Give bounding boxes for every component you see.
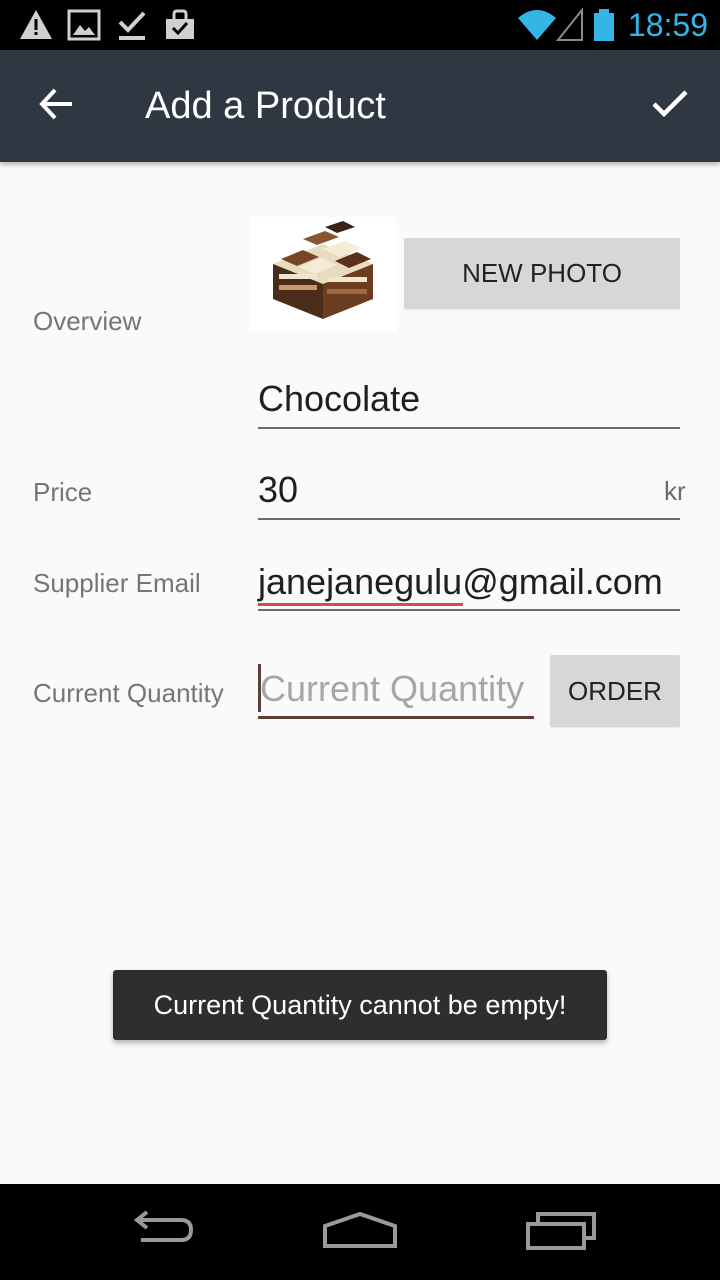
navigation-bar [0,1184,720,1280]
product-name-value: Chocolate [258,378,421,419]
app-bar: Add a Product [0,50,720,162]
battery-icon [592,8,616,47]
back-nav-button[interactable] [115,1204,205,1260]
price-unit: kr [664,476,686,506]
overview-label: Overview [33,306,142,336]
chocolate-photo [273,221,373,319]
signal-icon [555,7,584,47]
price-label: Price [33,477,93,507]
home-nav-icon [322,1210,398,1255]
toast-message: Current Quantity cannot be empty! [113,970,607,1040]
recents-nav-icon [526,1210,598,1255]
arrow-back-icon [38,86,74,127]
warning-icon [18,8,54,47]
order-button[interactable]: ORDER [550,655,680,727]
product-name-input[interactable]: Chocolate [258,376,680,429]
status-time: 18:59 [627,7,708,43]
back-nav-icon [125,1209,195,1255]
supplier-email-value: janejanegulu@gmail.com [258,561,663,602]
current-quantity-label: Current Quantity [33,678,224,708]
price-value: 30 [258,469,299,510]
home-nav-button[interactable] [315,1204,405,1260]
download-done-icon [116,8,148,47]
product-photo[interactable] [250,217,396,331]
wifi-icon [516,8,558,47]
check-icon [651,89,689,124]
back-button[interactable] [22,72,90,140]
spellcheck-underline [258,603,463,606]
supplier-email-input[interactable]: janejanegulu@gmail.com [258,559,680,611]
image-icon [67,8,101,47]
new-photo-button[interactable]: NEW PHOTO [404,238,680,309]
supplier-email-label: Supplier Email [33,568,201,598]
recents-nav-button[interactable] [517,1204,607,1260]
page-title: Add a Product [145,85,386,127]
price-input[interactable]: 30 [258,467,680,520]
status-bar: 18:59 [0,0,720,50]
shopping-bag-icon [163,8,197,47]
current-quantity-placeholder: Current Quantity [260,668,525,709]
save-button[interactable] [636,72,704,140]
current-quantity-input[interactable]: Current Quantity [258,660,534,719]
